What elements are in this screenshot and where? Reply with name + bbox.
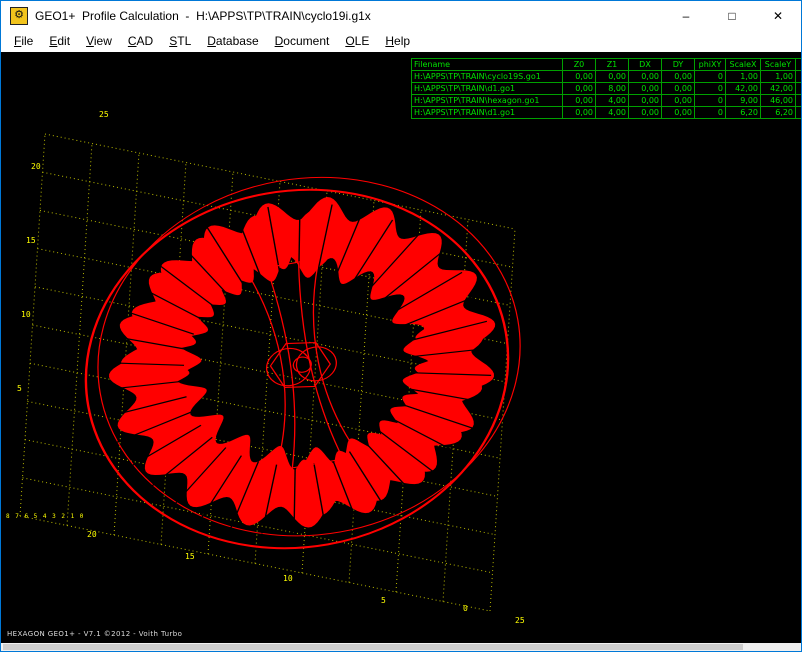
cell-value: 0	[695, 71, 726, 83]
close-button[interactable]: ✕	[755, 1, 801, 30]
cell-value: 0,00	[629, 71, 662, 83]
cell-value: 42,00	[726, 83, 761, 95]
axis-label: 25	[515, 617, 525, 625]
axis-label: 25	[99, 111, 109, 119]
cell-value: 0,00	[629, 83, 662, 95]
cell-value: 4,00	[596, 95, 629, 107]
cell-value: 46,00	[761, 95, 796, 107]
axis-label: 20	[31, 163, 41, 171]
cell-value: 6,20	[761, 107, 796, 119]
scrollbar-thumb[interactable]	[3, 644, 743, 650]
cell-value: 0	[796, 71, 802, 83]
cell-value: 0	[695, 107, 726, 119]
menu-item-stl[interactable]: STL	[161, 32, 199, 50]
cell-filename: H:\APPS\TP\TRAIN\d1.go1	[412, 83, 563, 95]
app-icon: ⚙	[10, 7, 28, 25]
cell-value: 0	[695, 83, 726, 95]
cell-value: 0,00	[662, 95, 695, 107]
cell-value: 0,00	[563, 95, 596, 107]
table-row: H:\APPS\TP\TRAIN\cyclo19S.go10,000,000,0…	[412, 71, 802, 83]
table-row: H:\APPS\TP\TRAIN\d1.go10,004,000,000,000…	[412, 107, 802, 119]
cell-value: 0	[695, 95, 726, 107]
cell-filename: H:\APPS\TP\TRAIN\hexagon.go1	[412, 95, 563, 107]
menu-item-ole[interactable]: OLE	[337, 32, 377, 50]
col-header-scalex: ScaleX	[726, 59, 761, 71]
menu-item-help[interactable]: Help	[377, 32, 418, 50]
title-bar[interactable]: ⚙ GEO1+ Profile Calculation - H:\APPS\TP…	[1, 1, 801, 30]
cell-value: 1,00	[761, 71, 796, 83]
cell-value: 4,00	[596, 107, 629, 119]
cell-value: 1,00	[726, 71, 761, 83]
col-header-dx: DX	[629, 59, 662, 71]
menu-bar: FileEditViewCADSTLDatabaseDocumentOLEHel…	[1, 30, 801, 52]
window-title: GEO1+ Profile Calculation - H:\APPS\TP\T…	[35, 9, 371, 23]
status-text: HEXAGON GEO1+ - V7.1 ©2012 - Voith Turbo	[7, 630, 182, 638]
horizontal-scrollbar[interactable]	[1, 643, 801, 651]
table-row: H:\APPS\TP\TRAIN\hexagon.go10,004,000,00…	[412, 95, 802, 107]
cell-value: 0	[796, 83, 802, 95]
param-table-body: H:\APPS\TP\TRAIN\cyclo19S.go10,000,000,0…	[412, 71, 802, 119]
cell-value: 0,00	[563, 83, 596, 95]
col-header-scaley: ScaleY	[761, 59, 796, 71]
axis-label: 10	[21, 311, 31, 319]
menu-item-cad[interactable]: CAD	[120, 32, 161, 50]
cell-filename: H:\APPS\TP\TRAIN\cyclo19S.go1	[412, 71, 563, 83]
param-table-head: FilenameZ0Z1DXDYphiXYScaleXScaleYOi	[412, 59, 802, 71]
table-row: H:\APPS\TP\TRAIN\d1.go10,008,000,000,000…	[412, 83, 802, 95]
maximize-button[interactable]: □	[709, 1, 755, 30]
axis-label: 20	[87, 531, 97, 539]
col-header-z0: Z0	[563, 59, 596, 71]
axis-label: 0	[463, 605, 468, 613]
axis-label: 8 7 6 5 4 3 2 1 0	[6, 513, 84, 521]
app-window: ⚙ GEO1+ Profile Calculation - H:\APPS\TP…	[0, 0, 802, 652]
cell-value: 0,00	[662, 71, 695, 83]
cell-value: 0,00	[629, 107, 662, 119]
cell-value: 0,00	[662, 107, 695, 119]
menu-item-edit[interactable]: Edit	[41, 32, 78, 50]
gear-drawing	[56, 144, 551, 581]
cell-value: 0,00	[596, 71, 629, 83]
cell-value: 9,00	[726, 95, 761, 107]
cell-value: 0	[796, 107, 802, 119]
minimize-button[interactable]: –	[663, 1, 709, 30]
menu-item-document[interactable]: Document	[267, 32, 338, 50]
cell-value: 0,00	[662, 83, 695, 95]
axis-label: 15	[185, 553, 195, 561]
cell-value: 42,00	[761, 83, 796, 95]
param-table: FilenameZ0Z1DXDYphiXYScaleXScaleYOi H:\A…	[411, 58, 801, 119]
window-controls: – □ ✕	[663, 1, 801, 30]
col-header-oi: Oi	[796, 59, 802, 71]
col-header-filename: Filename	[412, 59, 563, 71]
axis-label: 15	[26, 237, 36, 245]
cell-filename: H:\APPS\TP\TRAIN\d1.go1	[412, 107, 563, 119]
menu-item-database[interactable]: Database	[199, 32, 266, 50]
gear-hub	[243, 258, 357, 471]
cell-value: 0,00	[629, 95, 662, 107]
drawing-area: 25 20 15 10 5 8 7 6 5 4 3 2 1 0 20 15 10 5 0 25 Fil…	[1, 53, 801, 643]
drawing-canvas	[1, 53, 801, 643]
col-header-dy: DY	[662, 59, 695, 71]
axis-label: 10	[283, 575, 293, 583]
col-header-z1: Z1	[596, 59, 629, 71]
axis-label: 5	[17, 385, 22, 393]
cell-value: 8,00	[596, 83, 629, 95]
cell-value: 0	[796, 95, 802, 107]
cell-value: 0,00	[563, 107, 596, 119]
axis-label: 5	[381, 597, 386, 605]
cell-value: 0,00	[563, 71, 596, 83]
menu-item-file[interactable]: File	[6, 32, 41, 50]
menu-item-view[interactable]: View	[78, 32, 120, 50]
cell-value: 6,20	[726, 107, 761, 119]
col-header-phixy: phiXY	[695, 59, 726, 71]
